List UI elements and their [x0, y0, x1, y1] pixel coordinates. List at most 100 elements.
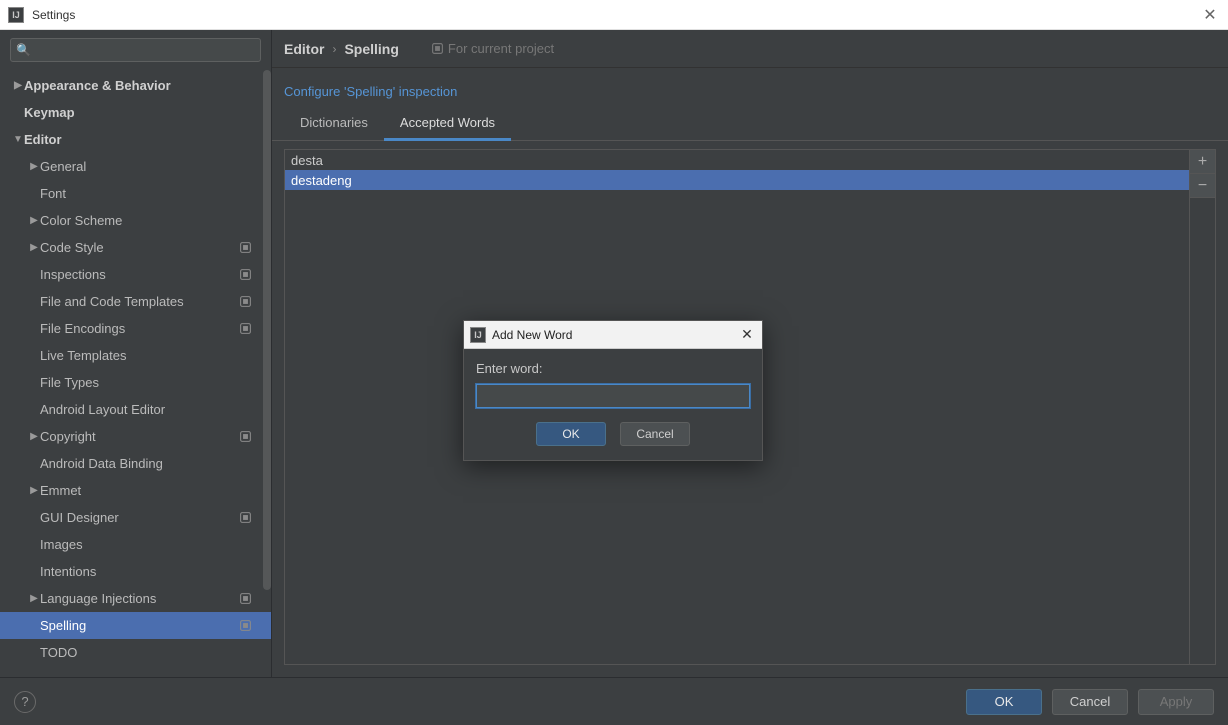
- expand-arrow-icon[interactable]: ▶: [22, 431, 46, 442]
- expand-arrow-icon[interactable]: ▶: [22, 593, 46, 604]
- list-actions: + −: [1189, 150, 1215, 664]
- breadcrumb-root: Editor: [284, 41, 324, 57]
- add-word-dialog: IJ Add New Word ✕ Enter word: OK Cancel: [463, 320, 763, 461]
- dialog-titlebar: IJ Add New Word ✕: [464, 321, 762, 349]
- configure-inspection-link[interactable]: Configure 'Spelling' inspection: [272, 68, 1228, 109]
- dialog-label: Enter word:: [476, 361, 750, 376]
- sidebar-item-android-layout-editor[interactable]: Android Layout Editor: [0, 396, 271, 423]
- body: 🔍 ▶Appearance & BehaviorKeymap▼Editor▶Ge…: [0, 30, 1228, 725]
- sidebar-item-copyright[interactable]: ▶Copyright: [0, 423, 271, 450]
- ok-button[interactable]: OK: [966, 689, 1042, 715]
- tab-accepted-words[interactable]: Accepted Words: [384, 109, 511, 141]
- scrollbar-thumb[interactable]: [263, 70, 271, 590]
- sidebar-item-live-templates[interactable]: Live Templates: [0, 342, 271, 369]
- sidebar-item-label: File Types: [40, 375, 99, 390]
- project-scope-icon: [239, 511, 253, 525]
- expand-arrow-icon[interactable]: ▶: [6, 80, 30, 91]
- sidebar-item-spelling[interactable]: Spelling: [0, 612, 271, 639]
- word-row[interactable]: destadeng: [285, 170, 1189, 190]
- sidebar-item-label: Color Scheme: [40, 213, 122, 228]
- sidebar-item-label: Font: [40, 186, 66, 201]
- sidebar-item-label: TODO: [40, 645, 77, 660]
- sidebar-item-label: Android Layout Editor: [40, 402, 165, 417]
- sidebar-item-file-types[interactable]: File Types: [0, 369, 271, 396]
- sidebar-item-label: Android Data Binding: [40, 456, 163, 471]
- sidebar-item-label: Live Templates: [40, 348, 126, 363]
- dialog-close-icon[interactable]: ✕: [738, 326, 756, 343]
- breadcrumb-sep: ›: [332, 42, 336, 56]
- sidebar-item-color-scheme[interactable]: ▶Color Scheme: [0, 207, 271, 234]
- project-scope-icon: [239, 619, 253, 633]
- cancel-button[interactable]: Cancel: [1052, 689, 1128, 715]
- project-hint: For current project: [431, 41, 554, 56]
- search-wrap: 🔍: [0, 30, 271, 68]
- sidebar-item-label: Spelling: [40, 618, 86, 633]
- app-icon: IJ: [470, 327, 486, 343]
- settings-tree[interactable]: ▶Appearance & BehaviorKeymap▼Editor▶Gene…: [0, 68, 271, 677]
- sidebar-item-label: File Encodings: [40, 321, 125, 336]
- expand-arrow-icon[interactable]: ▶: [22, 242, 46, 253]
- search-input[interactable]: [10, 38, 261, 62]
- sidebar-item-label: Intentions: [40, 564, 96, 579]
- sidebar-item-label: Code Style: [40, 240, 104, 255]
- sidebar-item-editor[interactable]: ▼Editor: [0, 126, 271, 153]
- sidebar-item-label: GUI Designer: [40, 510, 119, 525]
- sidebar-item-android-data-binding[interactable]: Android Data Binding: [0, 450, 271, 477]
- expand-arrow-icon[interactable]: ▼: [6, 134, 30, 145]
- dialog-buttons: OK Cancel: [476, 422, 750, 446]
- sidebar-item-label: Images: [40, 537, 83, 552]
- sidebar-item-label: Copyright: [40, 429, 96, 444]
- project-scope-icon: [239, 295, 253, 309]
- sidebar-item-label: General: [40, 159, 86, 174]
- project-scope-icon: [239, 592, 253, 606]
- sidebar-item-todo[interactable]: TODO: [0, 639, 271, 666]
- dialog-ok-button[interactable]: OK: [536, 422, 606, 446]
- settings-window: IJ Settings ✕ 🔍 ▶Appearance & BehaviorKe…: [0, 0, 1228, 725]
- add-word-button[interactable]: +: [1190, 150, 1215, 174]
- sidebar-item-label: Emmet: [40, 483, 81, 498]
- apply-button[interactable]: Apply: [1138, 689, 1214, 715]
- app-icon: IJ: [8, 7, 24, 23]
- project-hint-label: For current project: [448, 41, 554, 56]
- sidebar-item-code-style[interactable]: ▶Code Style: [0, 234, 271, 261]
- remove-word-button[interactable]: −: [1190, 174, 1215, 198]
- sidebar-item-images[interactable]: Images: [0, 531, 271, 558]
- sidebar-item-inspections[interactable]: Inspections: [0, 261, 271, 288]
- breadcrumb: Editor › Spelling For current project: [272, 30, 1228, 68]
- tabs: DictionariesAccepted Words: [272, 109, 1228, 141]
- sidebar-item-gui-designer[interactable]: GUI Designer: [0, 504, 271, 531]
- footer: ? OK Cancel Apply: [0, 677, 1228, 725]
- dialog-body: Enter word: OK Cancel: [464, 349, 762, 460]
- sidebar-item-general[interactable]: ▶General: [0, 153, 271, 180]
- sidebar-item-emmet[interactable]: ▶Emmet: [0, 477, 271, 504]
- expand-arrow-icon[interactable]: ▶: [22, 215, 46, 226]
- project-scope-icon: [239, 430, 253, 444]
- sidebar-item-intentions[interactable]: Intentions: [0, 558, 271, 585]
- project-scope-icon: [239, 241, 253, 255]
- breadcrumb-leaf: Spelling: [344, 41, 398, 57]
- sidebar-item-label: Appearance & Behavior: [24, 78, 171, 93]
- sidebar-item-label: Inspections: [40, 267, 106, 282]
- tab-dictionaries[interactable]: Dictionaries: [284, 109, 384, 141]
- word-row[interactable]: desta: [285, 150, 1189, 170]
- dialog-cancel-button[interactable]: Cancel: [620, 422, 690, 446]
- sidebar-item-label: File and Code Templates: [40, 294, 184, 309]
- sidebar-item-keymap[interactable]: Keymap: [0, 99, 271, 126]
- titlebar: IJ Settings ✕: [0, 0, 1228, 30]
- sidebar-item-label: Language Injections: [40, 591, 156, 606]
- project-scope-icon: [239, 268, 253, 282]
- sidebar-item-appearance-behavior[interactable]: ▶Appearance & Behavior: [0, 72, 271, 99]
- window-title: Settings: [32, 8, 1200, 22]
- project-scope-icon: [431, 42, 444, 55]
- sidebar: 🔍 ▶Appearance & BehaviorKeymap▼Editor▶Ge…: [0, 30, 272, 677]
- close-icon[interactable]: ✕: [1200, 5, 1220, 25]
- sidebar-item-file-and-code-templates[interactable]: File and Code Templates: [0, 288, 271, 315]
- help-button[interactable]: ?: [14, 691, 36, 713]
- expand-arrow-icon[interactable]: ▶: [22, 161, 46, 172]
- expand-arrow-icon[interactable]: ▶: [22, 485, 46, 496]
- sidebar-item-file-encodings[interactable]: File Encodings: [0, 315, 271, 342]
- sidebar-item-label: Keymap: [24, 105, 75, 120]
- sidebar-item-font[interactable]: Font: [0, 180, 271, 207]
- word-input[interactable]: [476, 384, 750, 408]
- sidebar-item-language-injections[interactable]: ▶Language Injections: [0, 585, 271, 612]
